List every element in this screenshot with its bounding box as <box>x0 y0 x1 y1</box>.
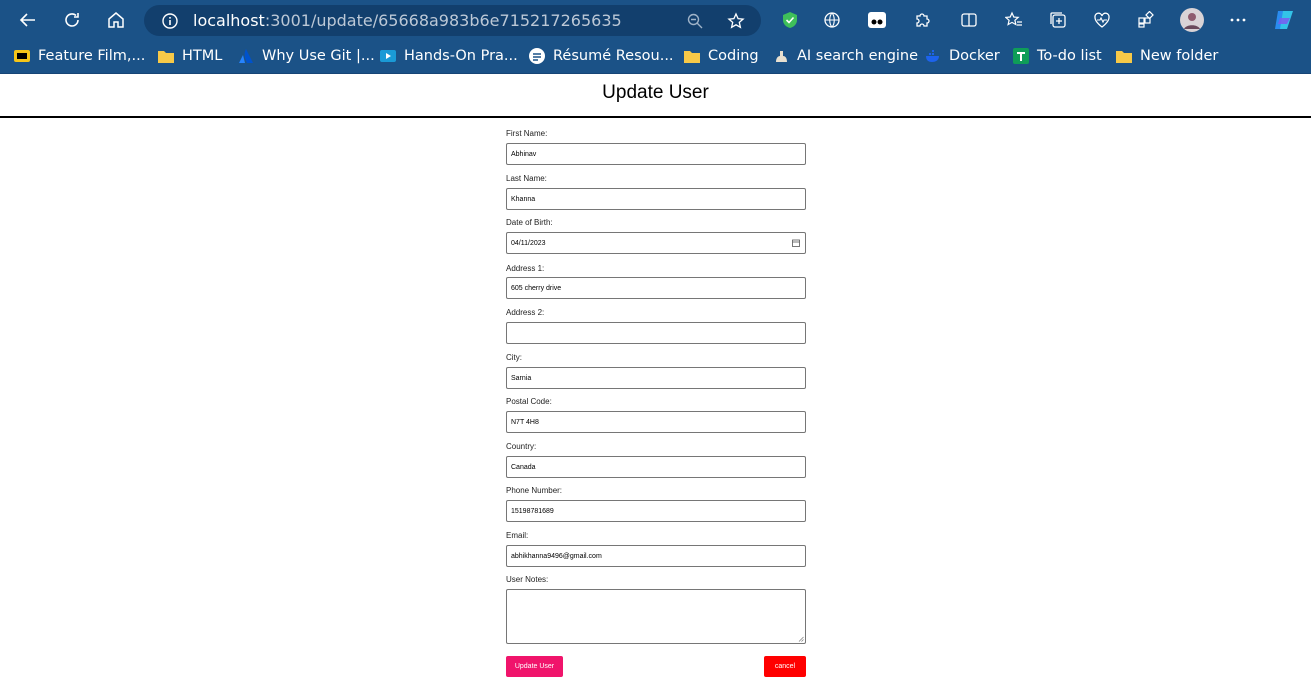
user-notes-label: User Notes: <box>506 575 549 584</box>
zoom-icon[interactable] <box>685 11 705 31</box>
folder-icon <box>1116 48 1132 64</box>
folder-icon <box>684 48 700 64</box>
bookmark-label: Why Use Git |... <box>262 48 375 64</box>
address1-input[interactable]: 605 cherry drive <box>506 277 806 299</box>
bookmark-coding[interactable]: Coding <box>684 45 759 67</box>
page-title: Update User <box>602 82 709 103</box>
address1-label: Address 1: <box>506 264 545 273</box>
docker-icon <box>925 48 941 64</box>
more-menu-icon[interactable] <box>1226 8 1250 32</box>
bookmark-label: Hands-On Pra... <box>404 48 518 64</box>
postal-code-label: Postal Code: <box>506 397 552 406</box>
profile-avatar[interactable] <box>1180 8 1204 32</box>
bookmark-why-use-git[interactable]: Why Use Git |... <box>238 45 375 67</box>
bookmark-html[interactable]: HTML <box>158 45 222 67</box>
imdb-icon <box>14 48 30 64</box>
bookmark-label: Feature Film,... <box>38 48 146 64</box>
browser-toolbar: localhost:3001/update/65668a983b6e715217… <box>0 0 1311 40</box>
dob-label: Date of Birth: <box>506 218 553 227</box>
bookmark-label: New folder <box>1140 48 1219 64</box>
bookmark-new-folder[interactable]: New folder <box>1116 45 1218 67</box>
bookmark-resume[interactable]: Résumé Resou... <box>529 45 674 67</box>
collections-icon[interactable] <box>1046 8 1070 32</box>
tab-extension-icon[interactable] <box>865 8 889 32</box>
bookmark-label: Docker <box>949 48 1000 64</box>
extensions-icon[interactable] <box>910 8 934 32</box>
phone-label: Phone Number: <box>506 486 563 495</box>
ai-icon <box>773 48 789 64</box>
url-text[interactable]: localhost:3001/update/65668a983b6e715217… <box>193 11 622 30</box>
bookmark-feature-film[interactable]: Feature Film,... <box>14 45 145 67</box>
bookmark-label: HTML <box>182 48 223 64</box>
country-label: Country: <box>506 442 537 451</box>
sheets-icon <box>1013 48 1029 64</box>
bookmark-label: Résumé Resou... <box>553 48 674 64</box>
city-input[interactable]: Sarnia <box>506 367 806 389</box>
apps-icon[interactable] <box>1134 8 1158 32</box>
postal-code-input[interactable]: N7T 4H8 <box>506 411 806 433</box>
phone-input[interactable]: 15198781689 <box>506 500 806 522</box>
bookmark-label: AI search engine <box>797 48 919 64</box>
country-input[interactable]: Canada <box>506 456 806 478</box>
email-input[interactable]: abhikhanna9496@gmail.com <box>506 545 806 567</box>
bookmark-docker[interactable]: Docker <box>925 45 1000 67</box>
update-user-button[interactable]: Update User <box>506 656 563 677</box>
cancel-button[interactable]: cancel <box>764 656 806 677</box>
user-notes-textarea[interactable] <box>506 589 806 644</box>
favorites-icon[interactable] <box>1002 8 1026 32</box>
bookmark-label: To-do list <box>1037 48 1102 64</box>
folder-icon <box>158 48 174 64</box>
resize-handle-icon[interactable] <box>798 636 804 642</box>
resume-icon <box>529 48 545 64</box>
url-host: localhost <box>193 11 265 30</box>
email-label: Email: <box>506 531 529 540</box>
calendar-icon[interactable] <box>792 239 800 247</box>
bookmarks-bar: Feature Film,... HTML Why Use Git |... H… <box>0 40 1311 74</box>
address2-label: Address 2: <box>506 308 545 317</box>
dob-input[interactable]: 04/11/2023 <box>506 232 806 254</box>
split-screen-icon[interactable] <box>957 8 981 32</box>
globe-extension-icon[interactable] <box>820 8 844 32</box>
first-name-label: First Name: <box>506 129 548 138</box>
address2-input[interactable] <box>506 322 806 344</box>
video-icon <box>380 48 396 64</box>
first-name-input[interactable]: Abhinav <box>506 143 806 165</box>
refresh-icon[interactable] <box>60 8 84 32</box>
shield-extension-icon[interactable] <box>778 8 802 32</box>
last-name-label: Last Name: <box>506 174 547 183</box>
url-path: :3001/update/65668a983b6e715217265635 <box>264 11 622 30</box>
city-label: City: <box>506 353 522 362</box>
bookmark-label: Coding <box>708 48 759 64</box>
home-icon[interactable] <box>104 8 128 32</box>
address-bar[interactable]: localhost:3001/update/65668a983b6e715217… <box>144 5 761 36</box>
last-name-input[interactable]: Khanna <box>506 188 806 210</box>
copilot-icon[interactable] <box>1272 8 1296 32</box>
atlassian-icon <box>238 48 254 64</box>
favorite-star-icon[interactable] <box>726 11 746 31</box>
site-info-icon[interactable] <box>160 11 180 31</box>
health-icon[interactable] <box>1090 8 1114 32</box>
page-header: Update User <box>0 74 1311 118</box>
dob-value: 04/11/2023 <box>511 239 546 247</box>
back-icon[interactable] <box>16 8 40 32</box>
bookmark-hands-on[interactable]: Hands-On Pra... <box>380 45 518 67</box>
bookmark-todo[interactable]: To-do list <box>1013 45 1102 67</box>
bookmark-ai-search[interactable]: AI search engine <box>773 45 918 67</box>
